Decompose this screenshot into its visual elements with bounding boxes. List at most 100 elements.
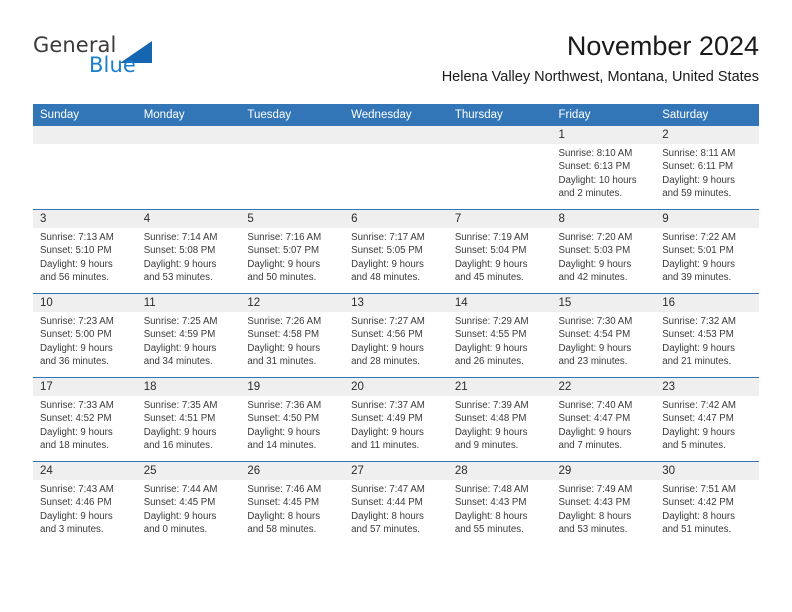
day-number: 5 — [240, 210, 345, 228]
day-number: 29 — [551, 462, 656, 480]
calendar-day-cell[interactable] — [33, 126, 137, 210]
calendar-day-cell[interactable]: 13 Sunrise: 7:27 AM Sunset: 4:56 PM Dayl… — [344, 293, 448, 378]
calendar-week-row: 3 Sunrise: 7:13 AM Sunset: 5:10 PM Dayli… — [33, 209, 759, 294]
daylight-text-line2: and 28 minutes. — [351, 355, 421, 367]
calendar-day-cell[interactable]: 3 Sunrise: 7:13 AM Sunset: 5:10 PM Dayli… — [33, 209, 137, 294]
sunrise-text: Sunrise: 7:32 AM — [662, 316, 736, 327]
day-number: 7 — [447, 210, 552, 228]
calendar-day-cell[interactable]: 12 Sunrise: 7:26 AM Sunset: 4:58 PM Dayl… — [240, 293, 345, 378]
sunrise-text: Sunrise: 7:44 AM — [143, 484, 218, 495]
calendar-day-cell[interactable]: 14 Sunrise: 7:29 AM Sunset: 4:55 PM Dayl… — [447, 293, 552, 378]
day-number: 20 — [344, 378, 448, 396]
day-details: Sunrise: 7:19 AM Sunset: 5:04 PM Dayligh… — [448, 228, 552, 284]
calendar-day-cell[interactable]: 30 Sunrise: 7:51 AM Sunset: 4:42 PM Dayl… — [655, 461, 759, 545]
calendar-day-cell[interactable]: 10 Sunrise: 7:23 AM Sunset: 5:00 PM Dayl… — [33, 293, 137, 378]
day-number — [240, 126, 345, 144]
daylight-text-line1: Daylight: 9 hours — [143, 258, 217, 270]
daylight-text-line2: and 39 minutes. — [662, 271, 732, 283]
sunrise-sunset-calendar: Sunday Monday Tuesday Wednesday Thursday… — [33, 104, 759, 545]
day-details — [240, 144, 344, 147]
day-number: 12 — [240, 294, 345, 312]
day-details: Sunrise: 7:36 AM Sunset: 4:50 PM Dayligh… — [240, 396, 344, 452]
sunset-text: Sunset: 4:42 PM — [662, 497, 734, 509]
sunrise-text: Sunrise: 7:19 AM — [454, 232, 529, 243]
sunset-text: Sunset: 4:45 PM — [143, 497, 216, 509]
calendar-day-cell[interactable]: 21 Sunrise: 7:39 AM Sunset: 4:48 PM Dayl… — [447, 377, 552, 462]
daylight-text-line1: Daylight: 9 hours — [40, 510, 113, 522]
sunset-text: Sunset: 4:50 PM — [247, 413, 320, 425]
day-number: 15 — [551, 294, 656, 312]
calendar-day-cell[interactable]: 23 Sunrise: 7:42 AM Sunset: 4:47 PM Dayl… — [655, 377, 759, 462]
sunset-text: Sunset: 6:11 PM — [662, 161, 734, 173]
calendar-day-cell[interactable]: 1 Sunrise: 8:10 AM Sunset: 6:13 PM Dayli… — [551, 126, 656, 210]
daylight-text-line2: and 23 minutes. — [558, 355, 628, 367]
day-details: Sunrise: 8:11 AM Sunset: 6:11 PM Dayligh… — [655, 144, 759, 200]
calendar-day-cell[interactable]: 28 Sunrise: 7:48 AM Sunset: 4:43 PM Dayl… — [447, 461, 552, 545]
calendar-day-cell[interactable]: 9 Sunrise: 7:22 AM Sunset: 5:01 PM Dayli… — [655, 209, 759, 294]
calendar-day-cell[interactable] — [136, 126, 241, 210]
daylight-text-line1: Daylight: 8 hours — [662, 510, 735, 522]
daylight-text-line2: and 59 minutes. — [662, 187, 732, 199]
calendar-day-cell[interactable]: 17 Sunrise: 7:33 AM Sunset: 4:52 PM Dayl… — [33, 377, 137, 462]
sunset-text: Sunset: 5:08 PM — [143, 245, 216, 257]
day-number: 9 — [655, 210, 759, 228]
daylight-text-line1: Daylight: 9 hours — [662, 426, 735, 438]
calendar-day-cell[interactable]: 26 Sunrise: 7:46 AM Sunset: 4:45 PM Dayl… — [240, 461, 345, 545]
daylight-text-line1: Daylight: 9 hours — [40, 342, 113, 354]
sunset-text: Sunset: 4:43 PM — [558, 497, 631, 509]
weekday-header-friday: Friday — [551, 104, 656, 126]
weekday-header-tuesday: Tuesday — [240, 104, 345, 126]
daylight-text-line1: Daylight: 9 hours — [143, 342, 217, 354]
calendar-day-cell[interactable]: 6 Sunrise: 7:17 AM Sunset: 5:05 PM Dayli… — [344, 209, 448, 294]
calendar-day-cell[interactable]: 2 Sunrise: 8:11 AM Sunset: 6:11 PM Dayli… — [655, 126, 759, 210]
day-details: Sunrise: 7:37 AM Sunset: 4:49 PM Dayligh… — [344, 396, 448, 452]
calendar-day-cell[interactable]: 16 Sunrise: 7:32 AM Sunset: 4:53 PM Dayl… — [655, 293, 759, 378]
calendar-day-cell[interactable]: 15 Sunrise: 7:30 AM Sunset: 4:54 PM Dayl… — [551, 293, 656, 378]
calendar-day-cell[interactable]: 8 Sunrise: 7:20 AM Sunset: 5:03 PM Dayli… — [551, 209, 656, 294]
calendar-day-cell[interactable]: 27 Sunrise: 7:47 AM Sunset: 4:44 PM Dayl… — [344, 461, 448, 545]
sunset-text: Sunset: 4:43 PM — [454, 497, 527, 509]
calendar-day-cell[interactable] — [447, 126, 552, 210]
calendar-day-cell[interactable]: 4 Sunrise: 7:14 AM Sunset: 5:08 PM Dayli… — [136, 209, 241, 294]
sunrise-text: Sunrise: 7:22 AM — [662, 232, 736, 243]
daylight-text-line1: Daylight: 8 hours — [351, 510, 424, 522]
calendar-day-cell[interactable]: 25 Sunrise: 7:44 AM Sunset: 4:45 PM Dayl… — [136, 461, 241, 545]
calendar-day-cell[interactable]: 22 Sunrise: 7:40 AM Sunset: 4:47 PM Dayl… — [551, 377, 656, 462]
general-blue-logo[interactable]: General Blue — [33, 33, 213, 83]
calendar-day-cell[interactable]: 7 Sunrise: 7:19 AM Sunset: 5:04 PM Dayli… — [447, 209, 552, 294]
sunset-text: Sunset: 5:04 PM — [454, 245, 527, 257]
sunset-text: Sunset: 4:56 PM — [351, 329, 423, 341]
sunrise-text: Sunrise: 7:27 AM — [351, 316, 425, 327]
day-details: Sunrise: 7:23 AM Sunset: 5:00 PM Dayligh… — [33, 312, 137, 368]
daylight-text-line2: and 3 minutes. — [40, 523, 104, 535]
day-details — [137, 144, 241, 147]
sunrise-text: Sunrise: 7:40 AM — [558, 400, 633, 411]
calendar-day-cell[interactable]: 11 Sunrise: 7:25 AM Sunset: 4:59 PM Dayl… — [136, 293, 241, 378]
calendar-day-cell[interactable]: 18 Sunrise: 7:35 AM Sunset: 4:51 PM Dayl… — [136, 377, 241, 462]
sunset-text: Sunset: 4:46 PM — [40, 497, 112, 509]
daylight-text-line1: Daylight: 8 hours — [247, 510, 321, 522]
calendar-day-cell[interactable]: 5 Sunrise: 7:16 AM Sunset: 5:07 PM Dayli… — [240, 209, 345, 294]
sunset-text: Sunset: 4:55 PM — [454, 329, 527, 341]
sunset-text: Sunset: 4:49 PM — [351, 413, 423, 425]
day-details: Sunrise: 7:51 AM Sunset: 4:42 PM Dayligh… — [655, 480, 759, 536]
calendar-day-cell[interactable]: 20 Sunrise: 7:37 AM Sunset: 4:49 PM Dayl… — [344, 377, 448, 462]
sunrise-text: Sunrise: 7:26 AM — [247, 316, 322, 327]
calendar-day-cell[interactable]: 24 Sunrise: 7:43 AM Sunset: 4:46 PM Dayl… — [33, 461, 137, 545]
sunrise-text: Sunrise: 8:10 AM — [558, 148, 633, 159]
daylight-text-line1: Daylight: 9 hours — [662, 174, 735, 186]
calendar-day-cell[interactable]: 19 Sunrise: 7:36 AM Sunset: 4:50 PM Dayl… — [240, 377, 345, 462]
day-details: Sunrise: 7:13 AM Sunset: 5:10 PM Dayligh… — [33, 228, 137, 284]
sunset-text: Sunset: 4:52 PM — [40, 413, 112, 425]
day-number: 21 — [447, 378, 552, 396]
calendar-week-row: 1 Sunrise: 8:10 AM Sunset: 6:13 PM Dayli… — [33, 126, 759, 210]
sunset-text: Sunset: 5:00 PM — [40, 329, 112, 341]
calendar-day-cell[interactable] — [344, 126, 448, 210]
daylight-text-line1: Daylight: 8 hours — [454, 510, 528, 522]
daylight-text-line2: and 2 minutes. — [558, 187, 623, 199]
day-details: Sunrise: 7:48 AM Sunset: 4:43 PM Dayligh… — [448, 480, 552, 536]
calendar-day-cell[interactable] — [240, 126, 345, 210]
day-number: 13 — [344, 294, 448, 312]
day-details — [448, 144, 552, 147]
calendar-day-cell[interactable]: 29 Sunrise: 7:49 AM Sunset: 4:43 PM Dayl… — [551, 461, 656, 545]
